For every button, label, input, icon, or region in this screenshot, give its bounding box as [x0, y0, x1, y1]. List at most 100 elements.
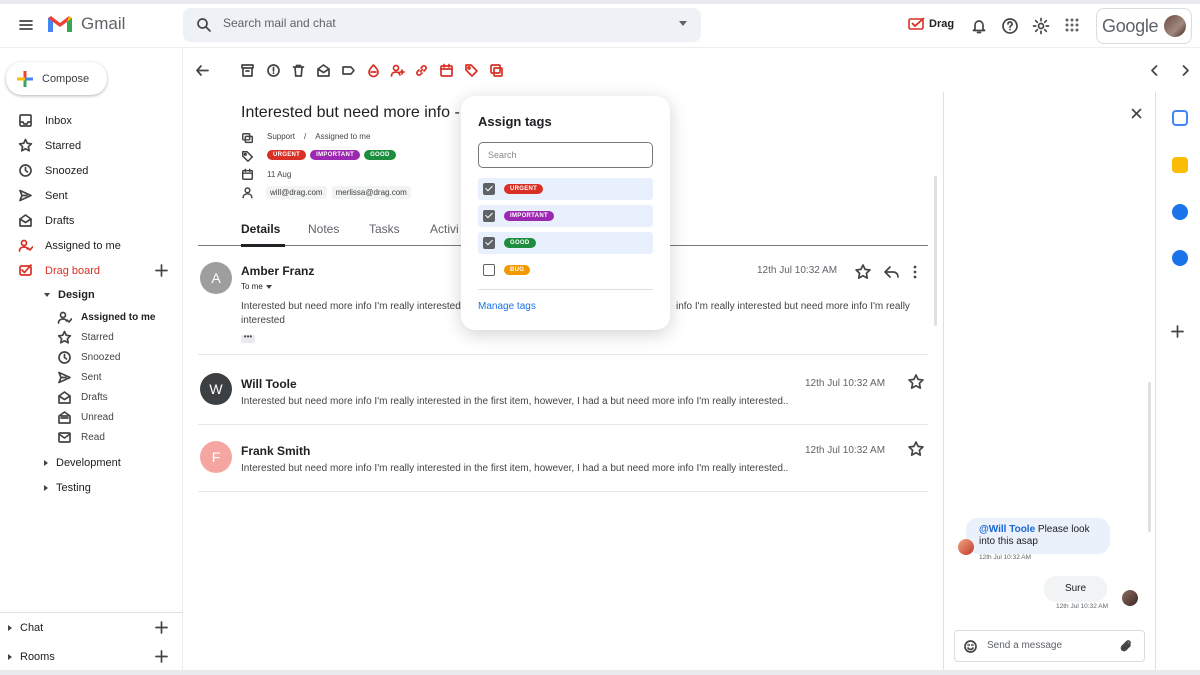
mail-nav: Inbox Starred Snoozed Sent Drafts Assign…	[0, 108, 183, 500]
due-date-calendar-icon[interactable]	[439, 63, 454, 78]
manage-tags-link[interactable]: Manage tags	[478, 301, 536, 312]
gmail-logo[interactable]: Gmail	[47, 14, 125, 34]
apps-grid-icon[interactable]	[1064, 17, 1080, 33]
contacts-addon-icon[interactable]	[1172, 250, 1188, 266]
chat-scrollbar[interactable]	[1148, 382, 1151, 532]
tag-checkbox[interactable]	[483, 210, 495, 222]
previous-email-icon[interactable]	[1147, 63, 1162, 78]
board-development-toggle[interactable]: Development	[0, 450, 183, 475]
design-read[interactable]: Read	[0, 427, 183, 447]
nav-starred[interactable]: Starred	[0, 133, 183, 158]
calendar-addon-icon[interactable]	[1172, 110, 1188, 126]
board-name: Design	[58, 289, 95, 301]
google-account-button[interactable]: Google	[1096, 8, 1192, 44]
tab-activity[interactable]: Activi	[430, 222, 459, 236]
board-testing-toggle[interactable]: Testing	[0, 475, 183, 500]
search-input[interactable]	[223, 16, 623, 30]
design-sent[interactable]: Sent	[0, 367, 183, 387]
breadcrumb-column[interactable]: Assigned to me	[315, 132, 370, 141]
tag-option-bug[interactable]: BUG	[478, 259, 653, 281]
chat-message-input[interactable]	[987, 640, 1107, 651]
tag-chip-good[interactable]: GOOD	[364, 150, 396, 160]
notifications-bell-icon[interactable]	[970, 17, 988, 35]
star-icon[interactable]	[907, 373, 925, 391]
tag-option-urgent[interactable]: URGENT	[478, 178, 653, 200]
account-avatar[interactable]	[1164, 15, 1186, 37]
rooms-section-toggle[interactable]: Rooms	[0, 642, 183, 671]
show-trimmed-content-button[interactable]: •••	[241, 333, 255, 343]
message-item[interactable]: W Will Toole 12th Jul 10:32 AM Intereste…	[198, 355, 928, 425]
mark-unread-icon[interactable]	[316, 63, 331, 78]
design-drafts[interactable]: Drafts	[0, 387, 183, 407]
chat-message-bubble: @Will Toole Please look into this asap	[966, 518, 1110, 554]
recipient-dropdown[interactable]: To me	[241, 282, 272, 291]
participant-chip[interactable]: merlissa@drag.com	[331, 186, 411, 199]
tag-chip-important[interactable]: IMPORTANT	[310, 150, 361, 160]
reply-icon[interactable]	[883, 263, 901, 281]
nav-label: Snoozed	[45, 164, 89, 177]
design-snoozed[interactable]: Snoozed	[0, 347, 183, 367]
next-email-icon[interactable]	[1178, 63, 1193, 78]
label-icon[interactable]	[341, 63, 356, 78]
tag-checkbox[interactable]	[483, 237, 495, 249]
design-unread[interactable]: Unread	[0, 407, 183, 427]
emoji-icon[interactable]	[963, 639, 978, 654]
participant-chip[interactable]: will@drag.com	[266, 186, 327, 199]
tag-checkbox[interactable]	[483, 183, 495, 195]
tag-chip-urgent[interactable]: URGENT	[267, 150, 307, 160]
nav-sent[interactable]: Sent	[0, 183, 183, 208]
star-icon[interactable]	[854, 263, 872, 281]
search-options-icon[interactable]	[679, 21, 687, 26]
tab-details[interactable]: Details	[241, 222, 280, 236]
close-icon[interactable]	[1129, 106, 1144, 121]
archive-icon[interactable]	[240, 63, 255, 78]
move-board-icon[interactable]	[489, 63, 504, 78]
chat-section-toggle[interactable]: Chat	[0, 613, 183, 642]
tasks-addon-icon[interactable]	[1172, 204, 1188, 220]
report-spam-icon[interactable]	[266, 63, 281, 78]
tab-notes[interactable]: Notes	[308, 222, 339, 236]
nav-snoozed[interactable]: Snoozed	[0, 158, 183, 183]
breadcrumb-board[interactable]: Support	[267, 132, 295, 141]
tag-icon[interactable]	[464, 63, 479, 78]
chat-mention[interactable]: @Will Toole	[979, 524, 1035, 535]
keep-addon-icon[interactable]	[1172, 157, 1188, 173]
search-icon[interactable]	[195, 16, 213, 34]
design-starred[interactable]: Starred	[0, 327, 183, 347]
attachment-icon[interactable]	[1119, 639, 1134, 654]
star-icon[interactable]	[907, 440, 925, 458]
delete-icon[interactable]	[291, 63, 306, 78]
chat-compose-box[interactable]	[954, 630, 1145, 662]
tag-checkbox[interactable]	[483, 264, 495, 276]
link-icon[interactable]	[414, 63, 429, 78]
email-scrollbar[interactable]	[934, 176, 937, 326]
section-label: Rooms	[20, 650, 55, 663]
message-item[interactable]: F Frank Smith 12th Jul 10:32 AM Interest…	[198, 425, 928, 492]
nav-inbox[interactable]: Inbox	[0, 108, 183, 133]
board-design-toggle[interactable]: Design	[0, 283, 183, 307]
tag-option-important[interactable]: IMPORTANT	[478, 205, 653, 227]
more-options-icon[interactable]	[912, 263, 918, 281]
nav-assigned-to-me[interactable]: Assigned to me	[0, 233, 183, 258]
drag-extension-button[interactable]: Drag	[908, 17, 954, 31]
back-arrow-icon[interactable]	[195, 63, 210, 78]
search-bar[interactable]	[183, 8, 701, 42]
design-assigned-to-me[interactable]: Assigned to me	[0, 307, 183, 327]
settings-gear-icon[interactable]	[1032, 17, 1050, 35]
add-board-icon[interactable]	[154, 263, 169, 278]
drag-status-icon[interactable]	[366, 63, 381, 78]
due-date[interactable]: 11 Aug	[267, 170, 291, 179]
tag-search-input[interactable]	[478, 142, 653, 168]
add-chat-icon[interactable]	[154, 620, 169, 635]
nav-drag-board[interactable]: Drag board	[0, 258, 183, 283]
assign-user-icon[interactable]	[390, 63, 405, 78]
add-addon-icon[interactable]	[1170, 324, 1185, 339]
send-icon	[19, 189, 32, 202]
help-icon[interactable]	[1001, 17, 1019, 35]
tag-option-good[interactable]: GOOD	[478, 232, 653, 254]
tab-tasks[interactable]: Tasks	[369, 222, 400, 236]
compose-button[interactable]: Compose	[6, 62, 107, 95]
add-room-icon[interactable]	[154, 649, 169, 664]
nav-drafts[interactable]: Drafts	[0, 208, 183, 233]
main-menu-icon[interactable]	[17, 16, 35, 34]
